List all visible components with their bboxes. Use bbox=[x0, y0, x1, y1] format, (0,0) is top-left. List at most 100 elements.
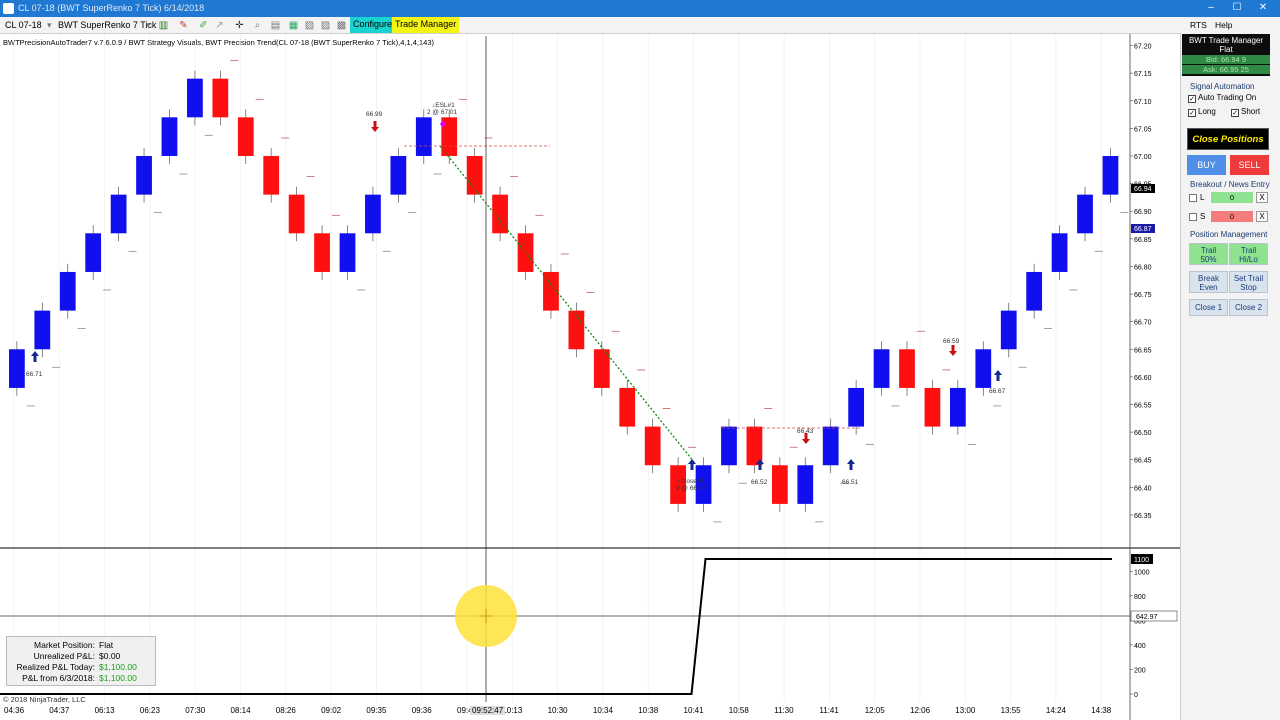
templates-icon[interactable]: ▨ bbox=[320, 20, 331, 31]
up-brick bbox=[161, 117, 178, 156]
pnl-tick-label: 400 bbox=[1134, 643, 1146, 650]
pointer-icon[interactable]: ↗ bbox=[214, 20, 225, 31]
down-brick bbox=[593, 349, 610, 388]
brick-wicks bbox=[16, 70, 1111, 512]
esl-price-label: 2 @ 67.01 bbox=[427, 109, 457, 116]
price-label-6699: 66.99 bbox=[366, 111, 383, 118]
trail-50-button[interactable]: Trail 50% bbox=[1189, 243, 1228, 265]
trail-hilo-line2: Hi/Lo bbox=[1239, 255, 1258, 264]
properties-icon[interactable]: ▤ bbox=[270, 20, 281, 31]
bar-type-selector[interactable]: BWT SuperRenko 7 Tick bbox=[58, 20, 156, 30]
price-label-6671: 66.71 bbox=[26, 371, 43, 378]
price-axis: 67.2067.1567.1067.0567.0066.9566.9066.85… bbox=[1130, 44, 1152, 520]
set-trail-stop-button[interactable]: Set Trail Stop bbox=[1229, 271, 1268, 293]
breakout-short-checkbox[interactable] bbox=[1189, 213, 1197, 221]
down-brick bbox=[466, 155, 483, 195]
trade-manager-button[interactable]: Trade Manager bbox=[392, 17, 460, 33]
price-tick-label: 66.75 bbox=[1134, 292, 1152, 299]
time-tick-label: 07:30 bbox=[185, 706, 206, 715]
up-brick bbox=[873, 349, 890, 388]
up-brick bbox=[1026, 271, 1043, 311]
price-tick-label: 66.70 bbox=[1134, 320, 1152, 327]
copyright-text: © 2018 NinjaTrader, LLC bbox=[3, 695, 86, 704]
trail-hilo-button[interactable]: Trail Hi/Lo bbox=[1229, 243, 1268, 265]
pnl-top-text: 1100 bbox=[1134, 557, 1149, 564]
instrument-selector[interactable]: CL 07-18 bbox=[5, 20, 42, 30]
instrument-dropdown-icon[interactable]: ▾ bbox=[47, 20, 52, 31]
time-tick-label: 14:24 bbox=[1045, 706, 1066, 715]
long-label: Long bbox=[1198, 107, 1216, 116]
up-brick bbox=[136, 155, 152, 195]
trade-manager-panel bbox=[1180, 17, 1280, 720]
minimize-button[interactable]: – bbox=[1200, 1, 1222, 15]
menu-rts[interactable]: RTS bbox=[1190, 20, 1207, 30]
chart-toolbar: CL 07-18 ▾ BWT SuperRenko 7 Tick ▾ ▥ ✎ ✐… bbox=[0, 17, 1180, 34]
indicators-icon[interactable]: ▧ bbox=[304, 20, 315, 31]
break-even-button[interactable]: Break Even bbox=[1189, 271, 1228, 293]
position-status-box: Market Position: Flat Unrealized P&L: $0… bbox=[6, 636, 156, 686]
renko-chart[interactable]: ↓ESL#1 2 @ 67.01 ↑Close#1 2 @ 66.46 66.7… bbox=[0, 34, 1180, 720]
time-tick-label: 12:05 bbox=[864, 706, 885, 715]
price-tick-label: 66.45 bbox=[1134, 458, 1152, 465]
down-brick bbox=[899, 349, 915, 388]
close-window-button[interactable]: ✕ bbox=[1252, 1, 1274, 15]
set-trail-line1: Set Trail bbox=[1233, 274, 1264, 283]
up-brick bbox=[797, 465, 814, 504]
strategies-icon[interactable]: ▦ bbox=[288, 20, 299, 31]
unrealized-label: Unrealized P&L: bbox=[33, 651, 95, 661]
breakout-long-input[interactable]: 0 bbox=[1211, 192, 1253, 203]
up-brick bbox=[721, 426, 737, 466]
price-tick-label: 66.40 bbox=[1134, 485, 1152, 492]
up-brick bbox=[110, 194, 127, 234]
time-tick-label: 09:35 bbox=[366, 706, 387, 715]
breakout-short-clear-button[interactable]: X bbox=[1256, 211, 1268, 222]
up-brick bbox=[1102, 155, 1119, 195]
settings-icon[interactable]: ▩ bbox=[336, 20, 347, 31]
draw-tool-icon[interactable]: ✎ bbox=[178, 20, 189, 31]
down-brick bbox=[619, 387, 636, 427]
price-label-6651: 66.51 bbox=[842, 479, 859, 486]
price-tick-label: 67.20 bbox=[1134, 44, 1152, 51]
chart-style-icon[interactable]: ▥ bbox=[158, 20, 169, 31]
close-positions-button[interactable]: Close Positions bbox=[1187, 128, 1269, 150]
maximize-button[interactable]: ☐ bbox=[1226, 1, 1248, 15]
pencil-icon[interactable]: ✐ bbox=[198, 20, 209, 31]
long-checkbox[interactable]: ✓ Long bbox=[1188, 107, 1216, 117]
zoom-icon[interactable]: ⌕ bbox=[252, 20, 263, 31]
esl-label: ↓ESL#1 bbox=[432, 102, 455, 109]
auto-trading-checkbox[interactable]: ✓ Auto Trading On bbox=[1188, 93, 1256, 103]
price-tick-label: 67.05 bbox=[1134, 126, 1152, 133]
breakout-long-checkbox[interactable] bbox=[1189, 194, 1197, 202]
menu-help[interactable]: Help bbox=[1215, 20, 1232, 30]
breakout-short-input[interactable]: 0 bbox=[1211, 211, 1253, 222]
break-even-line2: Even bbox=[1199, 283, 1218, 292]
time-tick-label: 11:41 bbox=[819, 706, 839, 715]
blue-price-text: 66.87 bbox=[1134, 226, 1152, 233]
sell-arrow-icon bbox=[949, 345, 957, 356]
close-2-button[interactable]: Close 2 bbox=[1229, 299, 1268, 316]
sell-button[interactable]: SELL bbox=[1230, 155, 1269, 175]
crosshair-icon[interactable]: ✛ bbox=[234, 20, 245, 31]
down-brick bbox=[263, 155, 280, 195]
price-tick-label: 66.65 bbox=[1134, 347, 1152, 354]
buy-button[interactable]: BUY bbox=[1187, 155, 1226, 175]
bartype-dropdown-icon[interactable]: ▾ bbox=[146, 20, 151, 31]
check-icon: ✓ bbox=[1231, 109, 1239, 117]
up-brick bbox=[975, 349, 992, 388]
unrealized-value: $0.00 bbox=[99, 651, 121, 661]
buy-arrow-icon bbox=[31, 351, 39, 362]
breakout-long-letter: L bbox=[1200, 193, 1205, 202]
down-brick bbox=[644, 426, 661, 466]
breakout-long-clear-button[interactable]: X bbox=[1256, 192, 1268, 203]
configure-button[interactable]: Configure bbox=[350, 17, 396, 33]
short-checkbox[interactable]: ✓ Short bbox=[1231, 107, 1260, 117]
up-brick bbox=[365, 194, 381, 234]
check-icon: ✓ bbox=[1188, 109, 1196, 117]
close-1-button[interactable]: Close 1 bbox=[1189, 299, 1228, 316]
down-brick bbox=[212, 78, 229, 118]
pnl-tick-label: 200 bbox=[1134, 667, 1146, 674]
renko-bricks bbox=[9, 78, 1119, 504]
price-label-6667: 66.67 bbox=[989, 388, 1006, 395]
price-tick-label: 66.90 bbox=[1134, 209, 1152, 216]
buy-arrow-icon bbox=[994, 370, 1002, 381]
